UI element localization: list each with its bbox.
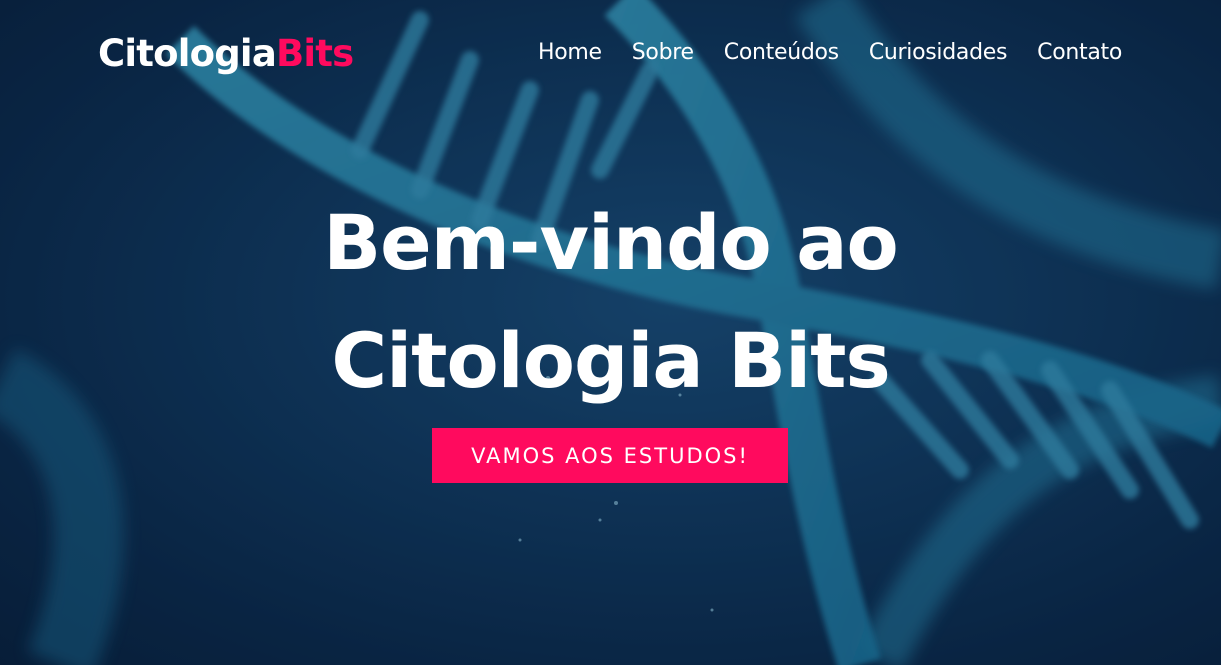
brand-name-accent: Bits <box>275 32 354 75</box>
hero-title-line-1: Bem-vindo ao <box>323 198 898 287</box>
hero-title: Bem-vindo ao Citologia Bits <box>0 184 1221 420</box>
nav-item-home[interactable]: Home <box>538 40 602 65</box>
hero-title-line-2: Citologia Bits <box>331 316 890 405</box>
brand-name-main: Citologia <box>98 32 277 75</box>
main-nav: Home Sobre Conteúdos Curiosidades Contat… <box>538 40 1122 65</box>
nav-item-sobre[interactable]: Sobre <box>632 40 694 65</box>
nav-item-curiosidades[interactable]: Curiosidades <box>869 40 1008 65</box>
nav-item-contato[interactable]: Contato <box>1037 40 1122 65</box>
site-header: CitologiaBits Home Sobre Conteúdos Curio… <box>0 0 1221 110</box>
nav-item-conteudos[interactable]: Conteúdos <box>724 40 839 65</box>
start-studying-button[interactable]: VAMOS AOS ESTUDOS! <box>432 428 788 483</box>
brand-logo[interactable]: CitologiaBits <box>98 32 354 75</box>
